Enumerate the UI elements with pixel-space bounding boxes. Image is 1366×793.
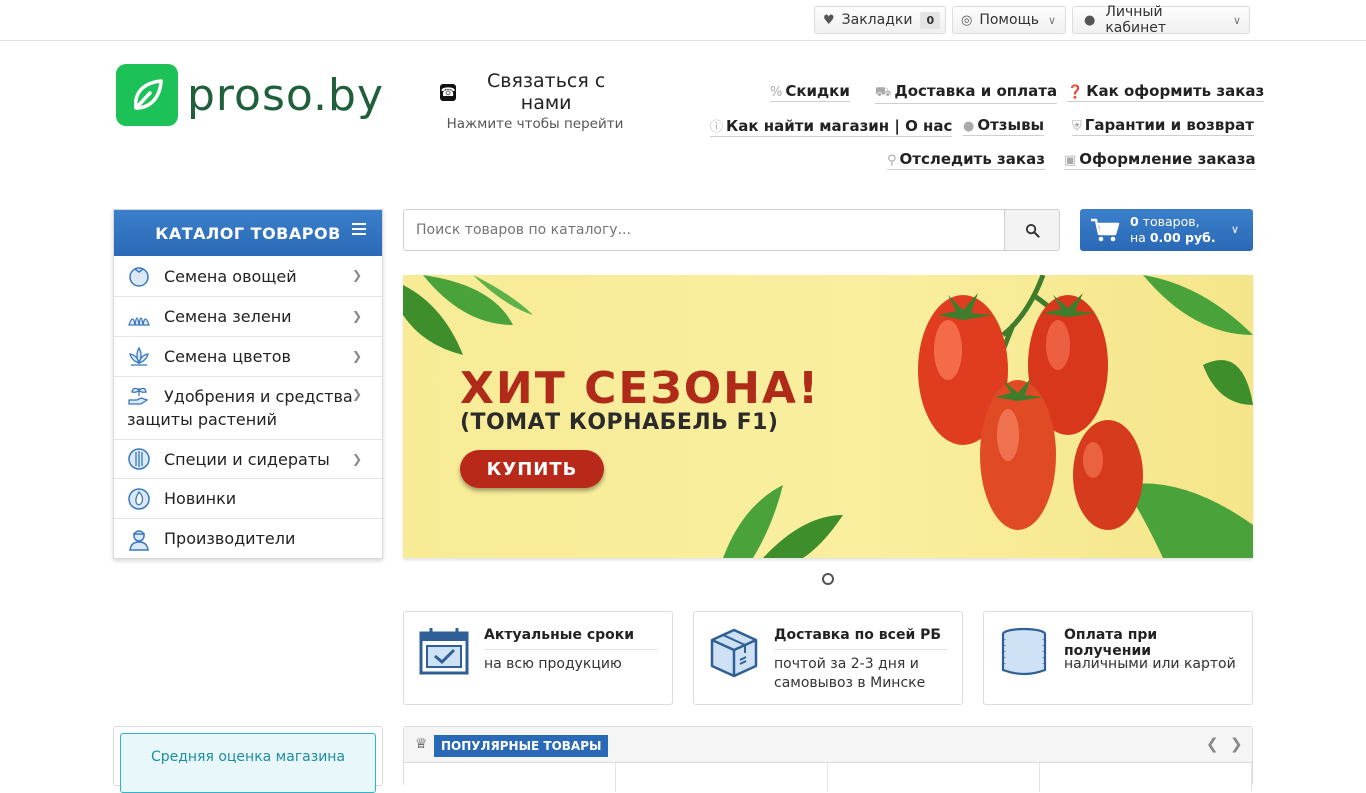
feature-subtitle: наличными или картой bbox=[1064, 656, 1236, 672]
banner-subtitle: (ТОМАТ КОРНАБЕЛЬ F1) bbox=[460, 410, 779, 435]
calendar-check-icon bbox=[419, 628, 469, 675]
search-icon: ⚲ bbox=[887, 153, 897, 168]
link-how-to-order[interactable]: ❓ Как оформить заказ bbox=[1067, 82, 1265, 102]
account-button[interactable]: ● Личный кабинет ∨ bbox=[1072, 4, 1250, 36]
link-reviews[interactable]: ● Отзывы bbox=[963, 116, 1045, 136]
logo-text: proso.by bbox=[187, 69, 384, 121]
contact-title: Связаться с нами bbox=[487, 70, 606, 114]
popular-products-tab[interactable]: ПОПУЛЯРНЫЕ ТОВАРЫ bbox=[434, 735, 609, 757]
catalog-title: КАТАЛОГ ТОВАРОВ bbox=[155, 223, 341, 243]
feature-subtitle: на всю продукцию bbox=[484, 656, 622, 672]
site-logo[interactable]: proso.by bbox=[116, 64, 384, 126]
info-icon: ⓘ bbox=[710, 120, 724, 135]
link-checkout[interactable]: ▣ Оформление заказа bbox=[1064, 150, 1256, 170]
banner-title: ХИТ СЕЗОНА! bbox=[460, 363, 821, 414]
banner-buy-button[interactable]: КУПИТЬ bbox=[460, 450, 604, 488]
store-rating-label: Средняя оценка магазина bbox=[120, 733, 376, 793]
flower-icon bbox=[129, 346, 149, 366]
chevron-right-icon: ❯ bbox=[351, 268, 362, 282]
greens-icon bbox=[128, 316, 150, 326]
search-input[interactable] bbox=[404, 210, 1004, 250]
catalog-item-vegetable-seeds[interactable]: Семена овощей ❯ bbox=[114, 256, 382, 297]
link-track-order[interactable]: ⚲ Отследить заказ bbox=[887, 150, 1045, 170]
product-carousel bbox=[404, 762, 1252, 792]
help-label: Помощь bbox=[979, 12, 1040, 28]
bookmarks-label: Закладки bbox=[841, 12, 913, 28]
catalog-item-new[interactable]: Новинки bbox=[114, 479, 382, 519]
catalog-header[interactable]: КАТАЛОГ ТОВАРОВ bbox=[114, 210, 382, 256]
slider-dot[interactable] bbox=[822, 573, 834, 585]
catalog-item-spices[interactable]: Специи и сидераты ❯ bbox=[114, 440, 382, 479]
account-label: Личный кабинет bbox=[1105, 4, 1167, 36]
lifebuoy-icon: ◎ bbox=[961, 12, 973, 28]
phone-icon: ☎ bbox=[440, 83, 457, 101]
catalog-item-flower-seeds[interactable]: Семена цветов ❯ bbox=[114, 337, 382, 377]
chevron-down-icon: ∨ bbox=[1048, 13, 1057, 27]
chevron-right-icon: ❯ bbox=[351, 309, 362, 323]
cart-button[interactable]: 0 товаров, на 0.00 руб. ∨ bbox=[1080, 209, 1253, 251]
user-icon: ● bbox=[1084, 12, 1096, 28]
tomato-icon bbox=[129, 267, 149, 287]
chevron-down-icon: ∨ bbox=[1232, 13, 1241, 27]
manufacturer-icon bbox=[129, 529, 149, 551]
chevron-left-icon[interactable]: ❮ bbox=[1206, 735, 1219, 753]
top-bar: ♥ Закладки 0 ◎ Помощь ∨ ● Личный кабинет… bbox=[0, 0, 1366, 41]
store-rating-panel: Средняя оценка магазина bbox=[113, 726, 383, 793]
trophy-icon: ♕ bbox=[415, 736, 428, 752]
new-icon bbox=[128, 487, 150, 510]
box-icon bbox=[710, 628, 758, 678]
percent-icon: % bbox=[770, 85, 783, 100]
heart-icon: ♥ bbox=[823, 12, 835, 28]
feature-card-delivery: Доставка по всей РБ почтой за 2-3 дня и … bbox=[693, 611, 963, 705]
search-button[interactable] bbox=[1004, 210, 1059, 250]
catalog-item-greens-seeds[interactable]: Семена зелени ❯ bbox=[114, 297, 382, 337]
search-bar bbox=[403, 209, 1060, 251]
bookmarks-button[interactable]: ♥ Закладки 0 bbox=[814, 6, 946, 34]
feature-card-payment: Оплата при получении наличными или карто… bbox=[983, 611, 1253, 705]
cart-total: 0.00 руб. bbox=[1149, 230, 1216, 245]
chevron-right-icon: ❯ bbox=[351, 349, 362, 363]
link-guarantees[interactable]: ⛨ Гарантии и возврат bbox=[1072, 116, 1254, 136]
coins-icon bbox=[1001, 627, 1047, 676]
comments-icon: ● bbox=[963, 119, 975, 134]
chevron-right-icon: ❯ bbox=[351, 387, 362, 401]
contact-subtitle: Нажмите чтобы перейти bbox=[446, 116, 624, 132]
promo-banner[interactable]: ХИТ СЕЗОНА! (ТОМАТ КОРНАБЕЛЬ F1) КУПИТЬ bbox=[403, 275, 1253, 558]
chevron-right-icon: ❯ bbox=[351, 452, 362, 466]
link-delivery[interactable]: ⛟ Доставка и оплата bbox=[875, 82, 1058, 104]
link-about[interactable]: ⓘ Как найти магазин | О нас bbox=[710, 116, 953, 137]
catalog-item-fertilizers[interactable]: Удобрения и средства защиты растений ❯ bbox=[114, 377, 382, 440]
menu-icon bbox=[352, 223, 366, 238]
help-button[interactable]: ◎ Помощь ∨ bbox=[952, 6, 1066, 34]
seedling-hand-icon bbox=[128, 387, 149, 405]
feature-subtitle: почтой за 2-3 дня и самовывоз в Минске bbox=[774, 656, 926, 691]
popular-products-panel: ♕ ПОПУЛЯРНЫЕ ТОВАРЫ ❮ ❯ bbox=[403, 726, 1253, 792]
chevron-right-icon[interactable]: ❯ bbox=[1230, 735, 1243, 753]
link-discounts[interactable]: % Скидки bbox=[770, 82, 850, 102]
truck-icon: ⛟ bbox=[875, 85, 892, 100]
bookmarks-count-badge: 0 bbox=[920, 11, 941, 29]
feature-card-freshness: Актуальные сроки на всю продукцию bbox=[403, 611, 673, 705]
leaf-icon bbox=[116, 64, 178, 126]
feature-title: Доставка по всей РБ bbox=[774, 627, 948, 650]
basket-icon: ▣ bbox=[1064, 153, 1077, 168]
search-icon bbox=[1025, 223, 1040, 238]
cart-icon bbox=[1091, 218, 1120, 242]
cart-count: 0 bbox=[1130, 214, 1139, 229]
contact-us-link[interactable]: ☎ Связаться с нами Нажмите чтобы перейти bbox=[440, 70, 630, 132]
chevron-down-icon: ∨ bbox=[1230, 223, 1239, 236]
feature-title: Актуальные сроки bbox=[484, 627, 658, 650]
shield-icon: ⛨ bbox=[1072, 119, 1082, 134]
catalog-item-manufacturers[interactable]: Производители bbox=[114, 519, 382, 558]
spices-icon bbox=[128, 448, 150, 470]
catalog-menu: КАТАЛОГ ТОВАРОВ Семена овощей ❯ Семена з… bbox=[113, 209, 383, 559]
question-icon: ❓ bbox=[1067, 85, 1084, 100]
